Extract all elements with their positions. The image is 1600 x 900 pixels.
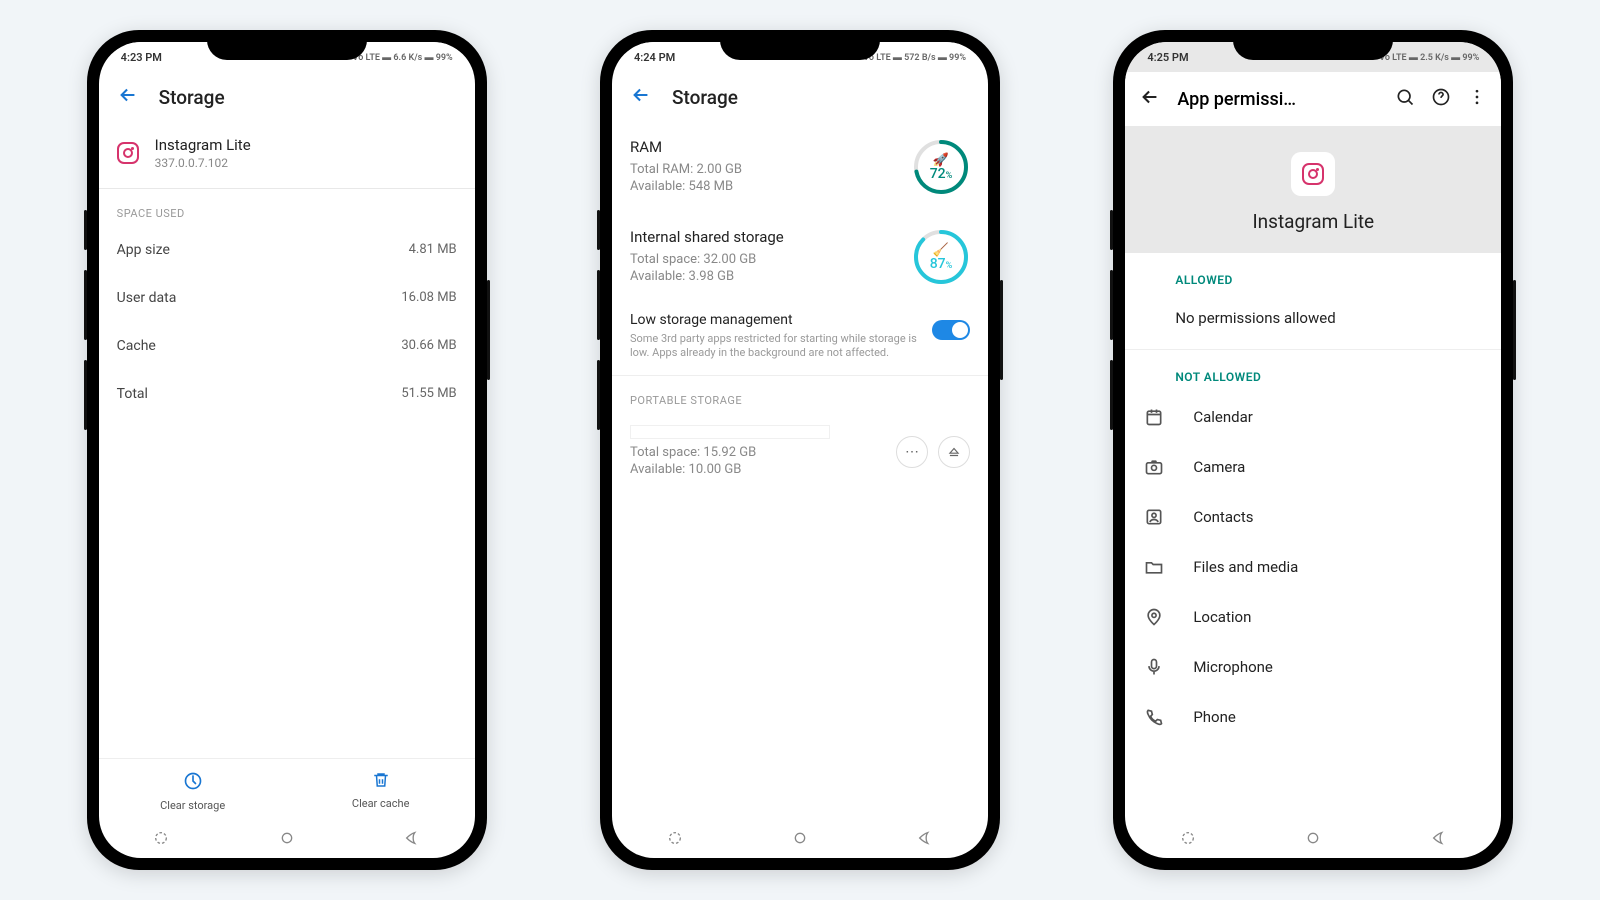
portable-name-redacted (630, 425, 830, 439)
perm-item-location[interactable]: Location (1125, 592, 1501, 642)
search-icon[interactable] (1395, 87, 1415, 111)
nav-bar (99, 822, 475, 858)
section-label-space-used: SPACE USED (99, 189, 475, 226)
microphone-icon (1143, 657, 1165, 677)
overflow-menu-icon[interactable] (1467, 87, 1487, 111)
trash-icon (372, 771, 390, 793)
ram-gauge: 🚀72% (912, 138, 970, 196)
instagram-lite-icon (117, 142, 139, 164)
status-time: 4:24 PM (634, 51, 704, 64)
nav-back-icon[interactable] (917, 830, 933, 850)
folder-icon (1143, 557, 1165, 577)
nav-home-icon[interactable] (1305, 830, 1321, 850)
no-permissions-text: No permissions allowed (1125, 295, 1501, 350)
app-hero: Instagram Lite (1125, 126, 1501, 253)
row-app-size: App size 4.81 MB (99, 226, 475, 274)
contacts-icon (1143, 507, 1165, 527)
row-cache: Cache 30.66 MB (99, 322, 475, 370)
phone-mockup-storage-system: 4:24 PM Vo LTE ▬ 572 B/s ▬ 99% Storage R… (600, 30, 1000, 870)
clear-storage-icon (183, 771, 203, 795)
perm-item-phone[interactable]: Phone (1125, 692, 1501, 742)
camera-icon (1143, 457, 1165, 477)
ram-block[interactable]: RAM Total RAM: 2.00 GB Available: 548 MB… (612, 122, 988, 212)
back-arrow-icon[interactable] (630, 84, 652, 110)
phone-icon (1143, 707, 1165, 727)
status-bar: 4:24 PM Vo LTE ▬ 572 B/s ▬ 99% (612, 42, 988, 72)
location-icon (1143, 607, 1165, 627)
status-time: 4:25 PM (1147, 51, 1217, 64)
clear-cache-button[interactable]: Clear cache (287, 759, 475, 822)
low-storage-toggle[interactable] (932, 320, 970, 340)
back-arrow-icon[interactable] (117, 84, 139, 110)
bottom-actions: Clear storage Clear cache (99, 758, 475, 822)
low-storage-row[interactable]: Low storage management Some 3rd party ap… (612, 302, 988, 376)
section-label-allowed: ALLOWED (1125, 253, 1501, 295)
status-indicators: Vo LTE ▬ 6.6 K/s ▬ 99% (353, 52, 453, 63)
clear-storage-button[interactable]: Clear storage (99, 759, 287, 822)
app-bar: Storage (612, 72, 988, 122)
section-label-portable: PORTABLE STORAGE (612, 376, 988, 413)
portable-storage-row[interactable]: Total space: 15.92 GB Available: 10.00 G… (612, 413, 988, 491)
perm-item-camera[interactable]: Camera (1125, 442, 1501, 492)
nav-bar (1125, 822, 1501, 858)
perm-item-contacts[interactable]: Contacts (1125, 492, 1501, 542)
nav-recent-icon[interactable] (153, 830, 169, 850)
nav-recent-icon[interactable] (667, 830, 683, 850)
phone-mockup-storage-app: 4:23 PM Vo LTE ▬ 6.6 K/s ▬ 99% Storage I… (87, 30, 487, 870)
app-version: 337.0.0.7.102 (155, 156, 251, 170)
perm-item-calendar[interactable]: Calendar (1125, 392, 1501, 442)
row-user-data: User data 16.08 MB (99, 274, 475, 322)
nav-back-icon[interactable] (1431, 830, 1447, 850)
back-arrow-icon[interactable] (1139, 86, 1161, 112)
status-indicators: Vo LTE ▬ 2.5 K/s ▬ 99% (1379, 52, 1479, 63)
nav-home-icon[interactable] (279, 830, 295, 850)
calendar-icon (1143, 407, 1165, 427)
status-indicators: Vo LTE ▬ 572 B/s ▬ 99% (863, 52, 966, 63)
nav-back-icon[interactable] (404, 830, 420, 850)
app-name: Instagram Lite (1253, 210, 1375, 233)
section-label-not-allowed: NOT ALLOWED (1125, 350, 1501, 392)
help-icon[interactable] (1431, 87, 1451, 111)
eject-button[interactable] (938, 436, 970, 468)
more-options-button[interactable]: ⋯ (896, 436, 928, 468)
phone-mockup-permissions: 4:25 PM Vo LTE ▬ 2.5 K/s ▬ 99% App permi… (1113, 30, 1513, 870)
page-title: App permissi… (1177, 89, 1379, 110)
storage-gauge: 🧹87% (912, 228, 970, 286)
page-title: Storage (159, 86, 225, 109)
internal-storage-block[interactable]: Internal shared storage Total space: 32.… (612, 212, 988, 302)
instagram-lite-icon (1291, 152, 1335, 196)
nav-home-icon[interactable] (792, 830, 808, 850)
app-info-row[interactable]: Instagram Lite 337.0.0.7.102 (99, 122, 475, 189)
perm-item-files[interactable]: Files and media (1125, 542, 1501, 592)
status-bar: 4:25 PM Vo LTE ▬ 2.5 K/s ▬ 99% (1125, 42, 1501, 72)
nav-recent-icon[interactable] (1180, 830, 1196, 850)
status-bar: 4:23 PM Vo LTE ▬ 6.6 K/s ▬ 99% (99, 42, 475, 72)
perm-item-microphone[interactable]: Microphone (1125, 642, 1501, 692)
page-title: Storage (672, 86, 738, 109)
row-total: Total 51.55 MB (99, 370, 475, 418)
status-time: 4:23 PM (121, 51, 191, 64)
app-bar: Storage (99, 72, 475, 122)
nav-bar (612, 822, 988, 858)
app-name: Instagram Lite (155, 136, 251, 154)
app-bar: App permissi… (1125, 72, 1501, 126)
